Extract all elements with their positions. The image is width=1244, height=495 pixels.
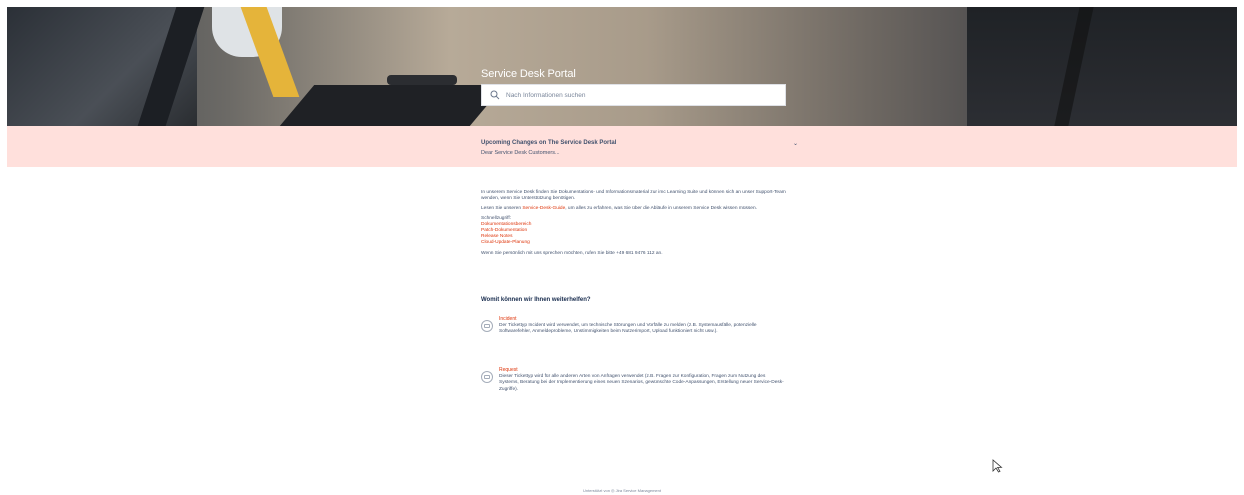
request-type-request[interactable]: Request Dieser Tickettyp wird für alle a…	[481, 367, 786, 393]
announcement-banner: Upcoming Changes on The Service Desk Por…	[7, 126, 1237, 167]
request-type-incident[interactable]: Incident Der Tickettyp Incident wird ver…	[481, 316, 786, 336]
service-desk-guide-link[interactable]: Service-Desk-Guide	[522, 206, 565, 211]
search-box[interactable]	[481, 84, 786, 106]
request-type-description: Der Tickettyp Incident wird verwendet, u…	[499, 323, 757, 335]
quick-link-cloud-update[interactable]: Cloud-Update-Planung	[481, 240, 786, 246]
guide-text-after: , um alles zu erfahren, was Sie über die…	[565, 205, 757, 211]
hero-photo-keyboard	[279, 85, 505, 126]
request-icon	[481, 371, 493, 383]
phone-contact-text: Wenn Sie persönlich mit uns sprechen möc…	[481, 250, 663, 256]
intro-paragraph: In unserem Service Desk finden Sie Dokum…	[481, 190, 786, 202]
announcement-title: Upcoming Changes on The Service Desk Por…	[481, 140, 617, 146]
chevron-down-icon[interactable]: ⌄	[793, 140, 798, 147]
incident-icon	[481, 320, 493, 332]
portal-title: Service Desk Portal	[481, 68, 576, 80]
help-heading: Womit können wir Ihnen weiterhelfen?	[481, 297, 591, 303]
announcement-text: Dear Service Desk Customers...	[481, 150, 560, 156]
hero-photo-mouse	[387, 75, 457, 85]
search-input[interactable]	[506, 91, 766, 99]
request-type-title[interactable]: Incident	[499, 316, 786, 322]
request-type-description: Dieser Tickettyp wird für alle anderen A…	[499, 374, 784, 392]
request-type-title[interactable]: Request	[499, 367, 786, 373]
footer-powered-by: Unterstützt von ◎ Jira Service Managemen…	[583, 488, 661, 493]
search-icon	[490, 90, 500, 100]
portal-description: In unserem Service Desk finden Sie Dokum…	[481, 190, 786, 260]
hero-banner	[7, 7, 1237, 126]
guide-paragraph: Lesen Sie unseren Service-Desk-Guide, um…	[481, 206, 786, 212]
hero-photo-right-dark	[967, 7, 1237, 126]
mouse-cursor-icon	[992, 459, 1003, 473]
guide-text-before: Lesen Sie unseren	[481, 205, 523, 211]
